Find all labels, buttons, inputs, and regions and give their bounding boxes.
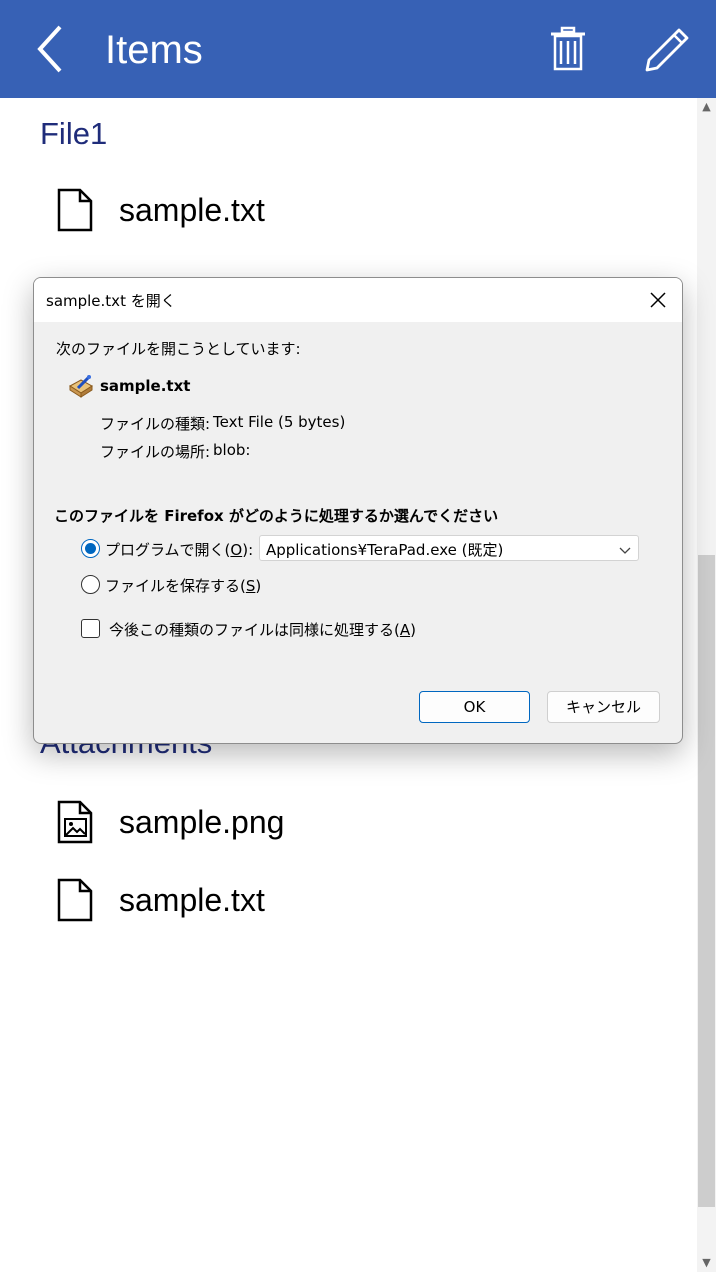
page-title: Items bbox=[105, 28, 203, 72]
ok-button[interactable]: OK bbox=[419, 691, 530, 723]
file-name: sample.png bbox=[119, 804, 285, 840]
file-type-label: ファイルの種類: bbox=[100, 415, 211, 433]
scroll-up-arrow-icon[interactable]: ▲ bbox=[697, 98, 716, 116]
terapad-file-icon bbox=[68, 374, 94, 400]
dialog-intro: 次のファイルを開こうとしています: bbox=[56, 340, 301, 358]
file-row[interactable]: sample.txt bbox=[0, 868, 697, 938]
file-row[interactable]: sample.png bbox=[0, 790, 697, 860]
file-name: sample.txt bbox=[119, 192, 265, 228]
image-file-icon bbox=[56, 800, 94, 844]
save-file-radio[interactable] bbox=[81, 575, 100, 594]
cancel-button[interactable]: キャンセル bbox=[547, 691, 660, 723]
back-chevron-icon[interactable] bbox=[28, 22, 72, 76]
section-title-file1: File1 bbox=[40, 116, 108, 151]
file-name: sample.txt bbox=[119, 882, 265, 918]
file-type-value: Text File (5 bytes) bbox=[213, 413, 346, 431]
open-with-radio[interactable] bbox=[81, 539, 100, 558]
dialog-file-name: sample.txt bbox=[100, 377, 191, 395]
open-file-dialog: sample.txt を開く 次のファイルを開こうとしています: sample.… bbox=[33, 277, 683, 744]
remember-choice-label[interactable]: 今後この種類のファイルは同様に処理する(A) bbox=[109, 619, 416, 640]
file-row[interactable]: sample.txt bbox=[0, 178, 697, 248]
trash-icon[interactable] bbox=[548, 26, 588, 72]
application-select[interactable]: Applications¥TeraPad.exe (既定) bbox=[259, 535, 639, 561]
close-icon[interactable] bbox=[644, 286, 672, 314]
scrollbar-thumb[interactable] bbox=[698, 555, 715, 1207]
text-file-icon bbox=[56, 188, 94, 232]
file-location-value: blob: bbox=[213, 441, 251, 459]
file-location-label: ファイルの場所: bbox=[100, 443, 211, 461]
dialog-title: sample.txt を開く bbox=[46, 292, 176, 310]
app-header: Items bbox=[0, 0, 716, 98]
scroll-down-arrow-icon[interactable]: ▼ bbox=[697, 1254, 716, 1272]
pencil-icon[interactable] bbox=[643, 26, 691, 74]
application-select-value: Applications¥TeraPad.exe (既定) bbox=[266, 541, 504, 559]
handling-question: このファイルを Firefox がどのように処理するか選んでください bbox=[54, 507, 499, 525]
remember-choice-checkbox[interactable] bbox=[81, 619, 100, 638]
chevron-down-icon bbox=[618, 542, 632, 556]
dialog-titlebar: sample.txt を開く bbox=[34, 278, 682, 322]
save-file-label[interactable]: ファイルを保存する(S) bbox=[105, 575, 261, 596]
open-with-label[interactable]: プログラムで開く(O): bbox=[105, 539, 253, 560]
text-file-icon bbox=[56, 878, 94, 922]
